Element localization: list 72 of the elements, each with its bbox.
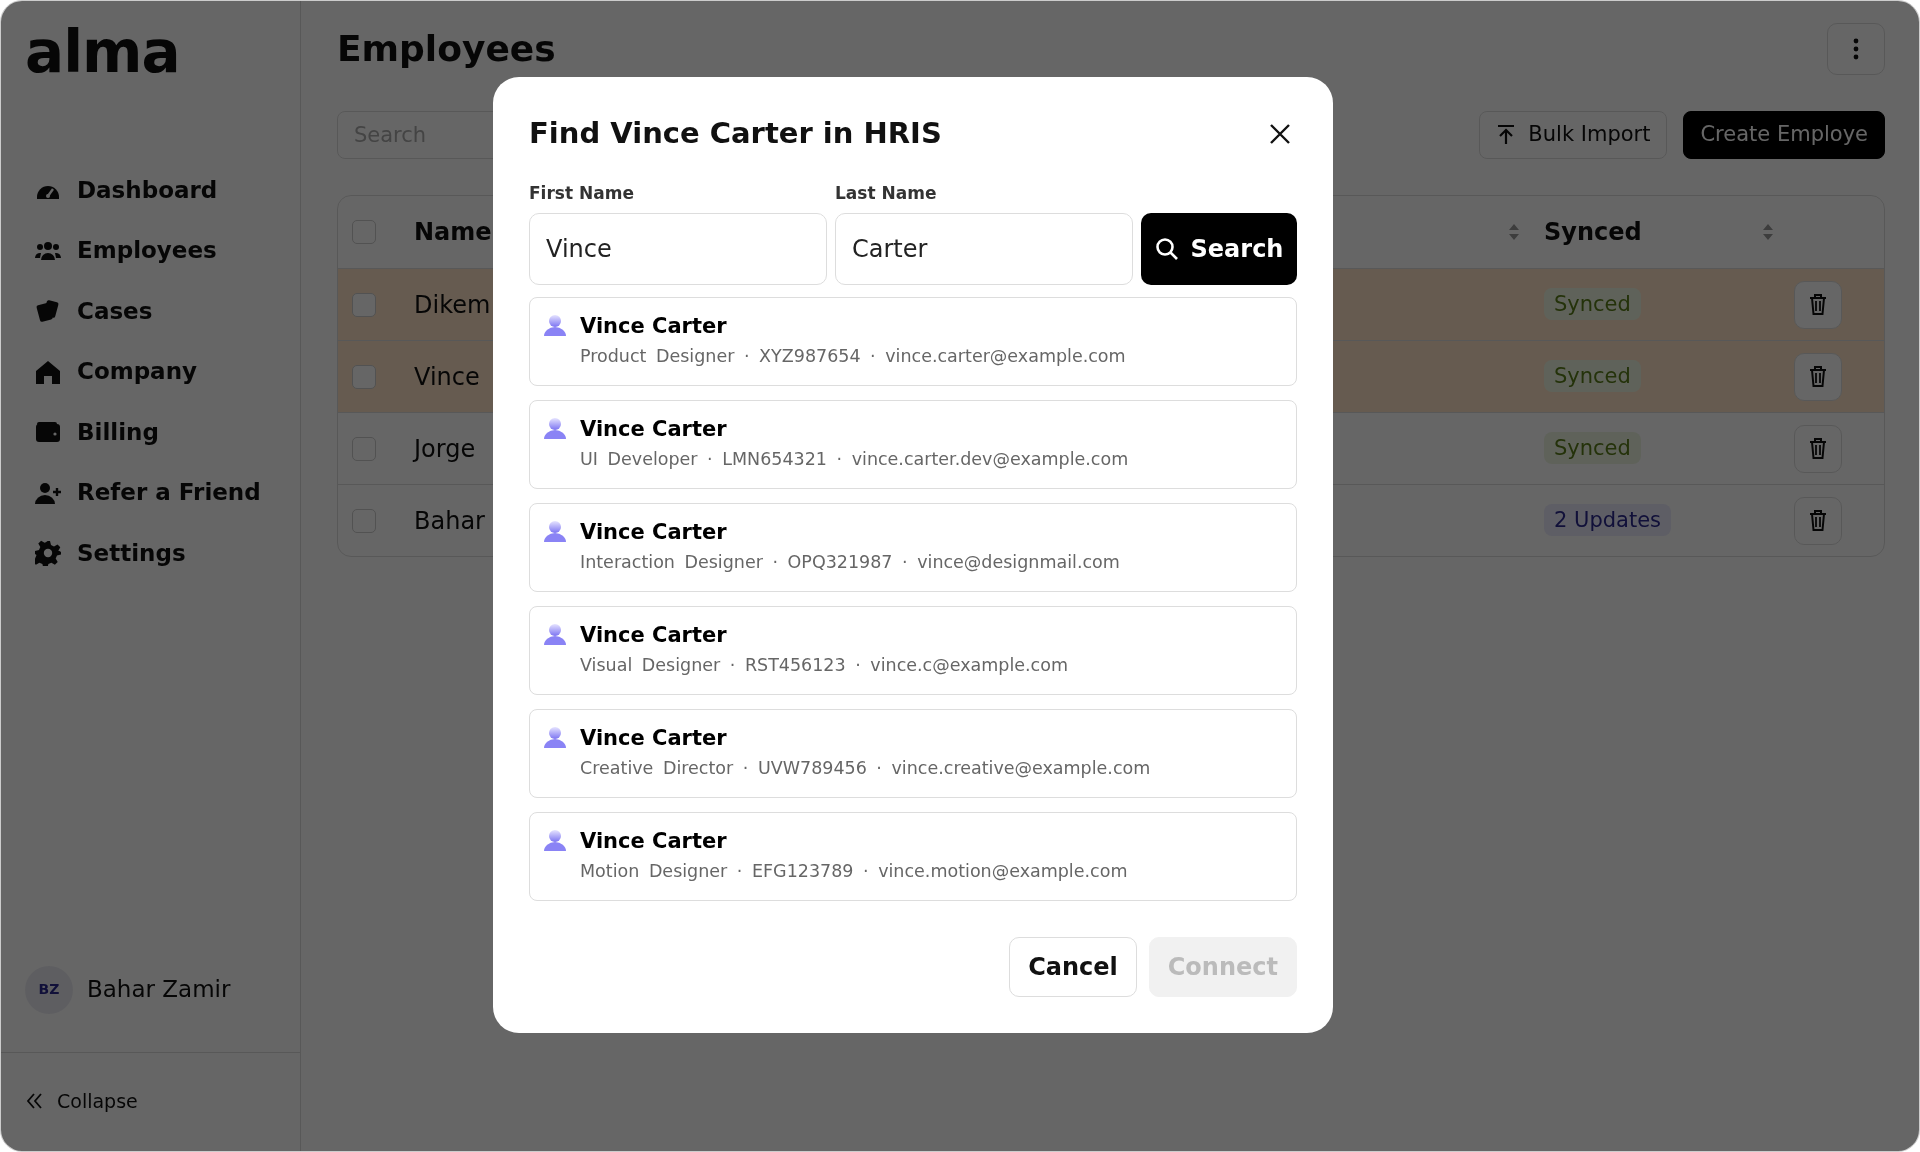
- user-name: Bahar Zamir: [87, 975, 231, 1005]
- nav-item[interactable]: Dashboard: [35, 168, 300, 212]
- result-item[interactable]: Vince Carter Creative Director · UVW789456 · vince.creative@example.com: [529, 708, 1297, 798]
- trash-icon: [1809, 510, 1827, 531]
- result-name: Vince Carter: [580, 519, 728, 545]
- result-details: Creative Director · UVW789456 · vince.creative@example.com: [580, 756, 1151, 780]
- trash-icon: [1809, 366, 1827, 387]
- delete-button[interactable]: [1794, 424, 1842, 473]
- result-details: UI Developer · LMN654321 · vince.carter.dev@example.com: [580, 447, 1129, 471]
- page-title: Employees: [337, 27, 556, 71]
- status-tag: 2 Updates: [1544, 503, 1672, 536]
- close-icon: [1269, 122, 1291, 145]
- person-icon: [544, 725, 566, 748]
- delete-button[interactable]: [1794, 280, 1842, 329]
- result-name: Vince Carter: [580, 828, 728, 854]
- person-icon: [544, 313, 566, 336]
- result-item[interactable]: Vince Carter UI Developer · LMN654321 · vince.carter.dev@example.com: [529, 399, 1297, 489]
- person-icon: [544, 416, 566, 439]
- person-icon: [544, 828, 566, 851]
- result-details: Motion Designer · EFG123789 · vince.motion@example.com: [580, 859, 1128, 883]
- search-button[interactable]: Search: [1141, 212, 1297, 285]
- house-icon: [35, 358, 61, 385]
- person-icon: [544, 519, 566, 542]
- nav-item[interactable]: Billing: [35, 410, 300, 454]
- column-header: Synced: [1544, 217, 1642, 248]
- delete-button[interactable]: [1794, 496, 1842, 545]
- nav-item[interactable]: Refer a Friend: [35, 471, 300, 514]
- logo: alma: [24, 17, 181, 85]
- result-name: Vince Carter: [580, 313, 728, 339]
- employee-name: Dikem: [414, 290, 491, 319]
- search-icon: [1154, 236, 1179, 261]
- result-item[interactable]: Vince Carter Interaction Designer · OPQ321987 · vince@designmail.com: [529, 502, 1297, 592]
- upload-icon: [1496, 124, 1517, 146]
- employee-name: Bahar: [414, 506, 485, 535]
- person-icon: [544, 622, 566, 645]
- field-label: Last Name: [835, 182, 938, 205]
- result-details: Interaction Designer · OPQ321987 · vince@designmail.com: [580, 550, 1120, 574]
- employee-name: Vince: [414, 362, 480, 391]
- import-button[interactable]: Bulk Import: [1479, 111, 1668, 159]
- nav-item[interactable]: Employees: [35, 229, 300, 272]
- delete-button[interactable]: [1794, 352, 1842, 401]
- avatar: BZ: [25, 965, 73, 1014]
- input-field[interactable]: Vince: [529, 212, 827, 285]
- status-tag: Synced: [1544, 359, 1641, 392]
- nav-item[interactable]: Cases: [35, 289, 300, 333]
- trash-icon: [1809, 294, 1827, 315]
- result-name: Vince Carter: [580, 622, 728, 648]
- result-item[interactable]: Vince Carter Visual Designer · RST456123 · vince.c@example.com: [529, 605, 1297, 695]
- employee-name: Jorge: [414, 434, 476, 463]
- sort-icon: [1508, 224, 1520, 240]
- field-label: First Name: [529, 182, 635, 205]
- result-item[interactable]: Vince Carter Motion Designer · EFG123789 · vince.motion@example.com: [529, 811, 1297, 901]
- collapse-link[interactable]: Collapse: [1, 1051, 300, 1151]
- sort-icon: [1762, 224, 1774, 240]
- result-name: Vince Carter: [580, 416, 728, 442]
- gear-icon: [35, 540, 61, 567]
- nav-item[interactable]: Settings: [35, 531, 300, 575]
- create-button[interactable]: Create Employe: [1683, 111, 1885, 159]
- input-field[interactable]: Carter: [835, 212, 1133, 285]
- status-tag: Synced: [1544, 431, 1641, 464]
- more-button[interactable]: [1827, 23, 1885, 75]
- result-item[interactable]: Vince Carter Product Designer · XYZ987654 · vince.carter@example.com: [529, 296, 1297, 386]
- nav-item[interactable]: Company: [35, 350, 300, 393]
- result-details: Product Designer · XYZ987654 · vince.carter@example.com: [580, 344, 1126, 368]
- status-tag: Synced: [1544, 287, 1641, 320]
- result-name: Vince Carter: [580, 725, 728, 751]
- column-header: Name: [414, 217, 492, 248]
- kebab-icon: [1853, 38, 1859, 60]
- cards-icon: [35, 298, 61, 325]
- result-details: Visual Designer · RST456123 · vince.c@example.com: [580, 653, 1068, 677]
- cancel-button[interactable]: Cancel: [1009, 936, 1137, 997]
- trash-icon: [1809, 438, 1827, 459]
